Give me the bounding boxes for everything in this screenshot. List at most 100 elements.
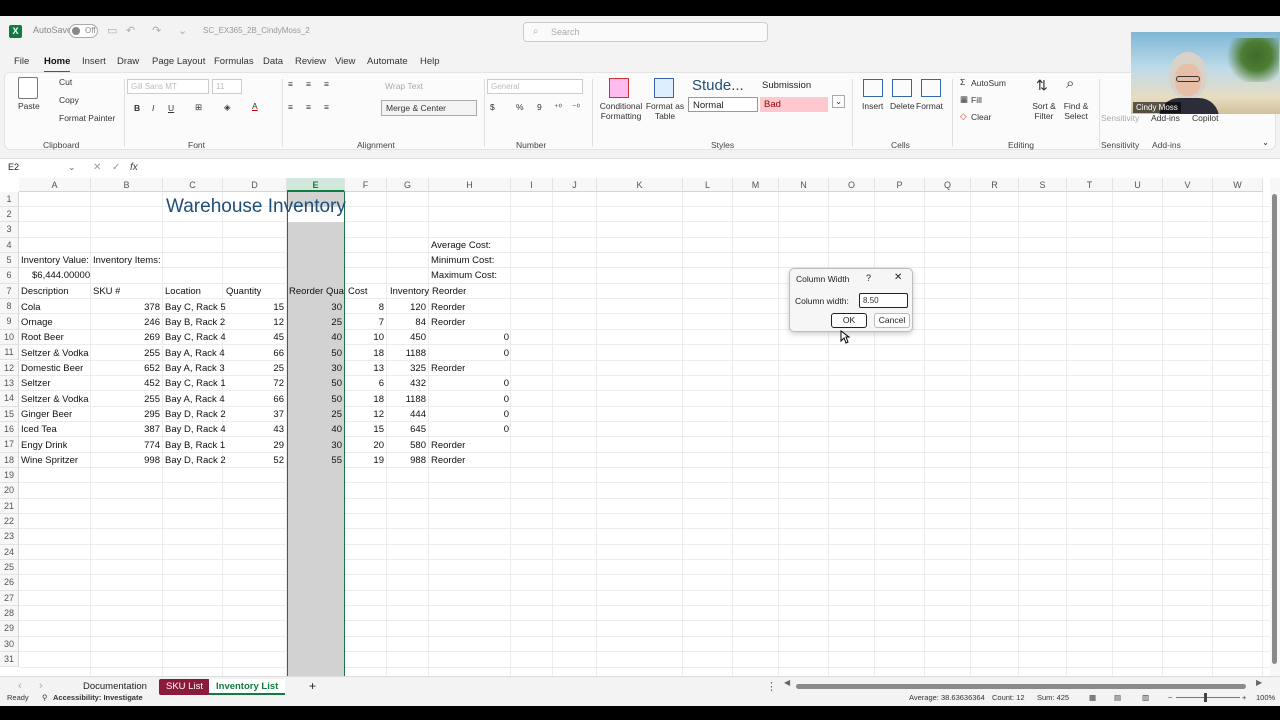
table-cell[interactable]: Bay B, Rack 2 — [165, 315, 225, 330]
save-icon[interactable]: ▭ — [107, 24, 117, 37]
table-cell[interactable]: 120 — [376, 300, 426, 315]
vertical-scroll-thumb[interactable] — [1272, 194, 1277, 664]
font-name-box[interactable]: Gill Sans MT — [127, 79, 209, 94]
align-top-icon[interactable]: ≡ — [288, 79, 293, 89]
zoom-slider-thumb[interactable] — [1204, 693, 1207, 702]
row-header-23[interactable]: 23 — [0, 529, 19, 545]
zoom-slider[interactable] — [1176, 697, 1240, 698]
zoom-in-icon[interactable]: + — [1242, 693, 1246, 702]
table-cell[interactable]: 325 — [376, 361, 426, 376]
merge-center-button[interactable]: Merge & Center — [381, 100, 477, 116]
table-cell[interactable]: Bay A, Rack 3 — [165, 361, 225, 376]
table-cell[interactable]: 652 — [110, 361, 160, 376]
table-cell[interactable]: 0 — [470, 376, 509, 391]
row-header-27[interactable]: 27 — [0, 590, 19, 607]
normal-view-icon[interactable]: ▦ — [1089, 693, 1096, 702]
cancel-button[interactable]: Cancel — [874, 313, 910, 328]
more-tabs-icon[interactable]: ⋮ — [766, 680, 777, 693]
table-cell[interactable]: 988 — [376, 453, 426, 468]
row-header-26[interactable]: 26 — [0, 575, 19, 591]
tab-draw[interactable]: Draw — [117, 56, 139, 67]
table-header[interactable]: Location — [165, 284, 201, 299]
row-header-19[interactable]: 19 — [0, 467, 19, 484]
tab-page-layout[interactable]: Page Layout — [152, 56, 205, 67]
percent-icon[interactable]: % — [516, 102, 524, 112]
column-header-b[interactable]: B — [91, 178, 163, 192]
collapse-ribbon-icon[interactable]: ⌄ — [1262, 137, 1269, 148]
table-cell[interactable]: 378 — [110, 300, 160, 315]
table-cell[interactable]: 52 — [234, 453, 284, 468]
row-header-24[interactable]: 24 — [0, 544, 19, 561]
table-cell[interactable]: 432 — [376, 376, 426, 391]
zoom-level[interactable]: 100% — [1256, 693, 1275, 702]
inventory-value-amount[interactable]: $6,444.00000 — [32, 268, 90, 283]
copy-button[interactable]: Copy — [59, 95, 79, 105]
sensitivity-button[interactable]: Sensitivity — [1101, 113, 1139, 123]
table-cell[interactable]: 452 — [110, 376, 160, 391]
fill-button[interactable]: Fill — [971, 95, 982, 105]
fill-icon[interactable]: ▦ — [960, 94, 968, 105]
table-cell[interactable]: Bay A, Rack 4 — [165, 392, 225, 407]
table-cell[interactable]: 15 — [234, 300, 284, 315]
align-bottom-icon[interactable]: ≡ — [324, 79, 329, 89]
number-format-box[interactable]: General — [487, 79, 583, 94]
row-header-2[interactable]: 2 — [0, 207, 19, 223]
column-header-v[interactable]: V — [1163, 178, 1213, 192]
table-cell[interactable]: Iced Tea — [21, 422, 57, 437]
align-middle-icon[interactable]: ≡ — [306, 79, 311, 89]
row-header-29[interactable]: 29 — [0, 621, 19, 637]
table-cell[interactable]: 25 — [234, 361, 284, 376]
document-name[interactable]: SC_EX365_2B_CindyMoss_2 — [203, 26, 310, 35]
style-normal[interactable]: Normal — [688, 97, 758, 112]
clear-icon[interactable]: ◇ — [960, 111, 967, 122]
customize-qat-icon[interactable]: ⌄ — [178, 24, 187, 37]
table-cell[interactable]: 269 — [110, 330, 160, 345]
column-header-i[interactable]: I — [511, 178, 553, 192]
table-cell[interactable]: 66 — [234, 346, 284, 361]
column-header-h[interactable]: H — [429, 178, 511, 192]
help-icon[interactable]: ? — [866, 273, 871, 283]
table-cell[interactable]: Bay B, Rack 1 — [165, 438, 225, 453]
column-header-l[interactable]: L — [683, 178, 733, 192]
tab-formulas[interactable]: Formulas — [214, 56, 254, 67]
table-cell[interactable]: Bay D, Rack 4 — [165, 422, 226, 437]
tab-data[interactable]: Data — [263, 56, 283, 67]
row-header-8[interactable]: 8 — [0, 299, 19, 315]
column-header-w[interactable]: W — [1213, 178, 1263, 192]
table-cell[interactable]: 72 — [234, 376, 284, 391]
find-select-icon[interactable]: ⌕ — [1066, 75, 1074, 92]
row-header-4[interactable]: 4 — [0, 237, 19, 254]
insert-cells-icon[interactable] — [863, 79, 883, 97]
italic-icon[interactable]: I — [152, 103, 154, 113]
cancel-entry-icon[interactable]: ✕ — [93, 162, 101, 173]
row-header-10[interactable]: 10 — [0, 329, 19, 346]
table-cell[interactable]: Seltzer — [21, 376, 51, 391]
table-cell[interactable]: 580 — [376, 438, 426, 453]
confirm-entry-icon[interactable]: ✓ — [112, 162, 120, 173]
align-left-icon[interactable]: ≡ — [288, 102, 293, 112]
underline-icon[interactable]: U — [168, 103, 174, 113]
accessibility-icon[interactable]: ⚲ — [42, 693, 48, 702]
column-header-n[interactable]: N — [779, 178, 829, 192]
format-button[interactable]: Format — [916, 101, 943, 111]
clear-button[interactable]: Clear — [971, 112, 991, 122]
fill-color-icon[interactable]: ◈ — [224, 102, 231, 113]
column-header-s[interactable]: S — [1019, 178, 1067, 192]
table-cell[interactable]: Reorder — [431, 315, 465, 330]
table-cell[interactable]: Bay D, Rack 2 — [165, 407, 226, 422]
table-cell[interactable]: Seltzer & Vodka — [21, 346, 89, 361]
table-cell[interactable]: Engy Drink — [21, 438, 67, 453]
table-cell[interactable]: 444 — [376, 407, 426, 422]
table-cell[interactable]: Root Beer — [21, 330, 64, 345]
tab-home[interactable]: Home — [44, 56, 70, 67]
row-header-20[interactable]: 20 — [0, 483, 19, 499]
align-center-icon[interactable]: ≡ — [306, 102, 311, 112]
table-cell[interactable]: 0 — [470, 330, 509, 345]
autosum-icon[interactable]: Σ — [960, 77, 965, 87]
redo-icon[interactable]: ↷ — [152, 24, 161, 37]
row-header-14[interactable]: 14 — [0, 391, 19, 407]
font-color-icon[interactable]: A — [252, 101, 258, 111]
tab-inventory-list[interactable]: Inventory List — [209, 679, 286, 695]
row-header-25[interactable]: 25 — [0, 560, 19, 576]
add-sheet-button[interactable]: + — [302, 677, 323, 693]
